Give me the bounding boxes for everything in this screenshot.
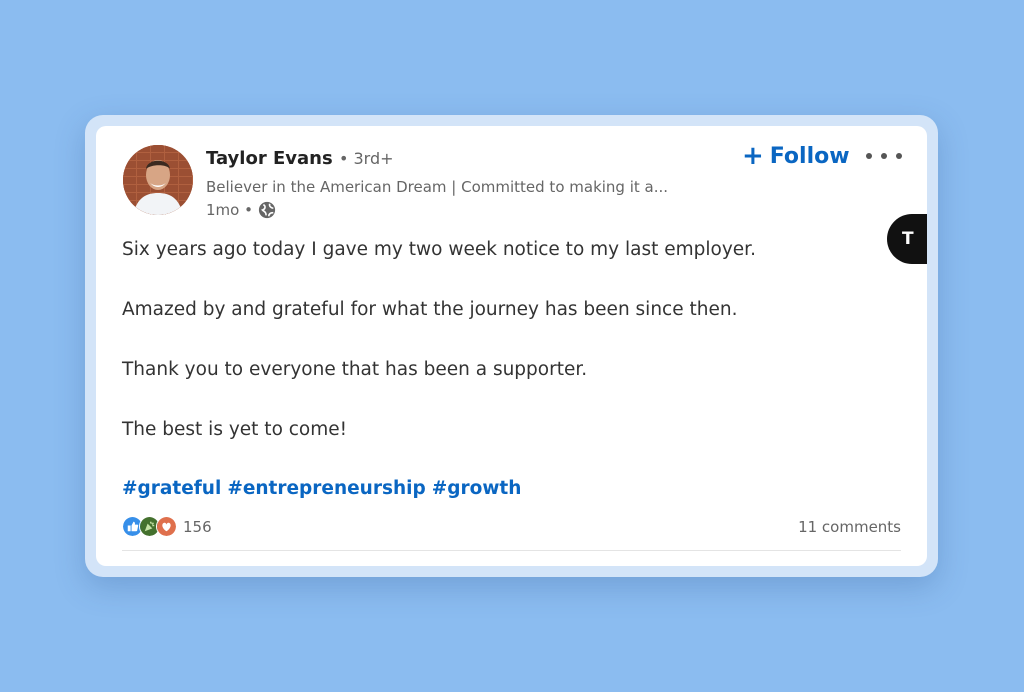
plus-icon: +	[742, 141, 764, 171]
avatar-image	[123, 145, 193, 215]
connection-degree: • 3rd+	[338, 149, 394, 168]
hashtags: #grateful #entrepreneurship #growth	[122, 478, 527, 499]
dot	[896, 153, 902, 159]
comments-count[interactable]: 11 comments	[798, 518, 901, 536]
reactions-summary[interactable]: 156	[122, 516, 212, 537]
post-line: The best is yet to come!	[122, 419, 348, 440]
hashtag-link[interactable]: #entrepreneurship	[227, 478, 425, 499]
hashtag-link[interactable]: #grateful	[122, 478, 221, 499]
follow-label: Follow	[769, 143, 850, 169]
globe-icon	[258, 201, 276, 219]
post-card: Taylor Evans • 3rd+ Believer in the Amer…	[96, 126, 927, 566]
reaction-count: 156	[183, 517, 212, 536]
love-icon	[156, 516, 177, 537]
more-options-icon[interactable]	[866, 144, 902, 168]
author-headline: Believer in the American Dream | Committ…	[206, 178, 669, 196]
dot	[866, 153, 872, 159]
reaction-icons	[122, 516, 177, 537]
post-line: Six years ago today I gave my two week n…	[122, 239, 756, 260]
dot	[881, 153, 887, 159]
post-meta: 1mo •	[206, 201, 276, 219]
post-line: Thank you to everyone that has been a su…	[122, 359, 588, 380]
profile-badge[interactable]: T	[887, 214, 927, 264]
avatar[interactable]	[123, 145, 193, 215]
follow-button[interactable]: + Follow	[742, 143, 850, 169]
author-name[interactable]: Taylor Evans • 3rd+	[206, 148, 394, 169]
author-name-text[interactable]: Taylor Evans	[206, 148, 333, 169]
post-line: Amazed by and grateful for what the jour…	[122, 299, 738, 320]
divider	[122, 550, 901, 551]
hashtag-link[interactable]: #growth	[432, 478, 522, 499]
post-time: 1mo •	[206, 201, 253, 219]
